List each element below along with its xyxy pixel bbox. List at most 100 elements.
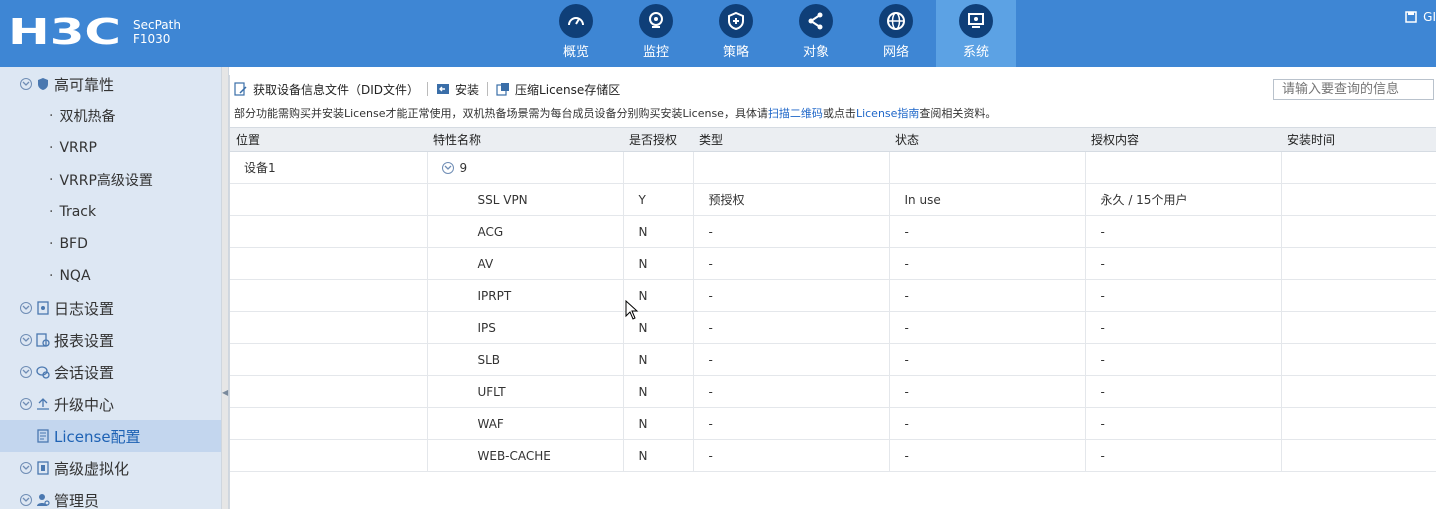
header-right-text[interactable]: GI — [1423, 10, 1436, 24]
license-type: - — [693, 215, 890, 248]
get-did-button[interactable]: 获取设备信息文件（DID文件） — [234, 81, 419, 98]
table-header-row: 位置 特性名称 是否授权 类型 状态 授权内容 安装时间 — [230, 127, 1436, 152]
sidebar-item-label: 双机热备 — [59, 109, 116, 125]
nav-monitor[interactable]: 监控 — [616, 0, 696, 67]
sidebar-splitter[interactable] — [221, 67, 229, 509]
sidebar-item-report[interactable]: 报表设置 — [0, 324, 221, 356]
sidebar-item-high-availability[interactable]: 高可靠性 — [0, 68, 221, 100]
table-cell — [230, 215, 428, 248]
nav-monitor-label: 监控 — [642, 45, 669, 60]
sidebar-item-label: 日志设置 — [54, 299, 115, 318]
nav-overview[interactable]: 概览 — [536, 0, 616, 67]
nav-policy[interactable]: 策略 — [696, 0, 776, 67]
sidebar-item-session[interactable]: 会话设置 — [0, 356, 221, 388]
license-type: - — [693, 247, 890, 280]
col-header-position[interactable]: 位置 — [230, 127, 427, 152]
search-input[interactable] — [1273, 79, 1434, 100]
chevron-down-icon[interactable] — [441, 161, 454, 174]
notice-suffix: 查阅相关资料。 — [919, 107, 997, 120]
sidebar-item-upgrade[interactable]: 升级中心 — [0, 388, 221, 420]
mouse-cursor-icon — [625, 300, 639, 320]
table-cell — [230, 279, 428, 312]
top-header: H3C SecPath F1030 概览 监控 策略 对象 网络 系统 GI — [0, 0, 1436, 67]
authorized-flag: N — [623, 343, 694, 376]
toolbar: 获取设备信息文件（DID文件） 安装 压缩License存储区 — [230, 75, 1436, 103]
install-button[interactable]: 安装 — [436, 81, 479, 98]
sidebar-item-virtualization[interactable]: 高级虚拟化 — [0, 452, 221, 484]
scan-qrcode-link[interactable]: 扫描二维码 — [768, 107, 823, 120]
nav-object-label: 对象 — [802, 45, 829, 60]
nav-network[interactable]: 网络 — [856, 0, 936, 67]
header-right: GI — [1405, 10, 1436, 24]
sidebar-item-bfd[interactable]: · BFD — [0, 228, 221, 260]
compress-storage-button[interactable]: 压缩License存储区 — [496, 81, 620, 98]
sidebar-item-vrrp[interactable]: · VRRP — [0, 132, 221, 164]
group-count: 9 — [459, 160, 468, 175]
nav-system[interactable]: 系统 — [936, 0, 1016, 67]
bullet-icon: · — [49, 140, 54, 156]
license-content: - — [1085, 279, 1282, 312]
sidebar-item-license[interactable]: License配置 — [0, 420, 221, 452]
group-toggle[interactable]: 9 — [427, 151, 624, 184]
chevron-down-icon — [20, 494, 32, 506]
license-content: - — [1085, 343, 1282, 376]
license-state: In use — [889, 183, 1086, 216]
product-line1: SecPath — [133, 18, 181, 32]
sidebar: 高可靠性 · 双机热备 · VRRP · VRRP高级设置 · Track · BFD ·… — [0, 67, 221, 509]
table-row[interactable]: UFLT N - - - — [230, 375, 1436, 408]
install-time — [1281, 183, 1436, 216]
table-row[interactable]: WEB-CACHE N - - - — [230, 439, 1436, 472]
globe-icon — [879, 4, 913, 38]
license-state: - — [889, 343, 1086, 376]
feature-name: WAF — [427, 407, 624, 440]
feature-name: IPRPT — [427, 279, 624, 312]
license-type: - — [693, 311, 890, 344]
table-row[interactable]: ACG N - - - — [230, 215, 1436, 248]
table-cell — [230, 343, 428, 376]
col-header-state[interactable]: 状态 — [889, 127, 1085, 152]
table-group-row[interactable]: 设备1 9 — [230, 151, 1436, 184]
license-content: - — [1085, 375, 1282, 408]
table-row[interactable]: IPRPT N - - - — [230, 279, 1436, 312]
sidebar-item-vrrp-advanced[interactable]: · VRRP高级设置 — [0, 164, 221, 196]
nav-policy-label: 策略 — [722, 45, 749, 60]
table-row[interactable]: SSL VPN Y 预授权 In use 永久 / 15个用户 — [230, 183, 1436, 216]
sidebar-item-label: BFD — [59, 236, 88, 252]
document-edit-icon — [234, 82, 248, 96]
sidebar-item-admin[interactable]: 管理员 — [0, 484, 221, 509]
col-header-content[interactable]: 授权内容 — [1085, 127, 1281, 152]
license-state: - — [889, 375, 1086, 408]
compress-icon — [496, 82, 510, 96]
table-cell — [623, 151, 694, 184]
install-time — [1281, 247, 1436, 280]
table-row[interactable]: SLB N - - - — [230, 343, 1436, 376]
table-cell — [230, 407, 428, 440]
sidebar-item-hot-standby[interactable]: · 双机热备 — [0, 100, 221, 132]
license-guide-link[interactable]: License指南 — [856, 107, 919, 120]
table-row[interactable]: IPS N - - - — [230, 311, 1436, 344]
share-nodes-icon — [799, 4, 833, 38]
col-header-type[interactable]: 类型 — [693, 127, 889, 152]
save-icon[interactable] — [1405, 11, 1417, 23]
license-type: 预授权 — [693, 183, 890, 216]
nav-object[interactable]: 对象 — [776, 0, 856, 67]
table-cell — [230, 375, 428, 408]
feature-name: ACG — [427, 215, 624, 248]
sidebar-item-track[interactable]: · Track — [0, 196, 221, 228]
table-row[interactable]: WAF N - - - — [230, 407, 1436, 440]
chevron-down-icon — [20, 334, 32, 346]
collapse-arrow-icon[interactable]: ◀ — [222, 388, 228, 397]
col-header-install-time[interactable]: 安装时间 — [1281, 127, 1436, 152]
license-type: - — [693, 407, 890, 440]
license-state: - — [889, 311, 1086, 344]
sidebar-item-log[interactable]: 日志设置 — [0, 292, 221, 324]
feature-name: AV — [427, 247, 624, 280]
col-header-feature[interactable]: 特性名称 — [427, 127, 623, 152]
license-state: - — [889, 247, 1086, 280]
chevron-down-icon — [20, 398, 32, 410]
table-row[interactable]: AV N - - - — [230, 247, 1436, 280]
sidebar-item-nqa[interactable]: · NQA — [0, 260, 221, 292]
upload-icon — [36, 397, 50, 411]
col-header-authorized[interactable]: 是否授权 — [623, 127, 693, 152]
bullet-icon: · — [49, 108, 54, 124]
